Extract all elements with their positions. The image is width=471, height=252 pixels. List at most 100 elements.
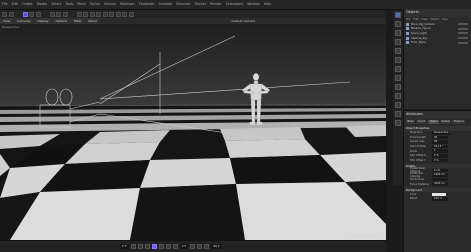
objects-menu-edit[interactable]: Edit [413, 17, 418, 22]
object-tags[interactable] [458, 37, 468, 40]
prev-key-icon[interactable] [137, 244, 143, 249]
uv-mode-icon[interactable] [395, 48, 401, 54]
film-offset-x-input[interactable]: 0 % [432, 153, 448, 158]
menu-modes[interactable]: Modes [35, 0, 50, 9]
far-clip-input[interactable]: 1000 cm [432, 173, 448, 177]
attr-tab-object[interactable]: Object [428, 120, 439, 124]
attr-tab-physical[interactable]: Physical [452, 120, 465, 124]
menu-window[interactable]: Window [245, 0, 262, 9]
objects-menu-file[interactable]: File [406, 17, 410, 22]
bg-blend-input[interactable]: 100 % [432, 197, 448, 201]
texture-icon[interactable] [395, 120, 401, 126]
objects-menu-view[interactable]: View [421, 17, 427, 22]
next-key-icon[interactable] [165, 244, 171, 249]
workplane-icon[interactable] [395, 75, 401, 81]
menu-render[interactable]: Render [208, 0, 224, 9]
sensor-size-input[interactable]: 36 [432, 140, 448, 144]
objects-panel-title: Objects [404, 9, 471, 17]
brush-icon[interactable] [395, 102, 401, 108]
viewport-3d[interactable]: Perspective Grid Spacing : 100 cm [0, 24, 386, 240]
menu-spline[interactable]: Spline [88, 0, 102, 9]
menu-mesh[interactable]: Mesh [75, 0, 88, 9]
mode-toolstrip [393, 10, 403, 185]
camera-icon[interactable] [122, 11, 127, 17]
near-clip-input[interactable]: 0 cm [432, 168, 448, 173]
fov-input[interactable]: 53.13 ° [432, 144, 448, 149]
object-tags[interactable] [458, 41, 468, 44]
menu-select[interactable]: Select [49, 0, 63, 9]
menu-file[interactable]: File [0, 0, 10, 9]
menu-mograph[interactable]: MoGraph [118, 0, 137, 9]
object-tags[interactable] [458, 32, 468, 35]
null-object-icon [406, 36, 409, 40]
menu-character[interactable]: Character [137, 0, 157, 9]
axis-z-icon[interactable] [62, 11, 68, 17]
scale-tool-icon[interactable] [29, 11, 34, 17]
app-window: File Edit Create Modes Select Tools Mesh… [0, 0, 471, 252]
render-view-icon[interactable] [76, 11, 82, 17]
menu-help[interactable]: Help [262, 0, 273, 9]
show-cone-checkbox[interactable] [432, 177, 448, 182]
bg-blend-field: Blend 100 % [404, 197, 471, 202]
axis-mode-icon[interactable] [395, 57, 401, 63]
render-settings-icon[interactable] [83, 11, 88, 17]
zoom-input[interactable]: 1 [432, 149, 448, 153]
end-frame-field[interactable]: 90 F [211, 244, 222, 249]
keyframe-icon[interactable] [204, 244, 210, 249]
goto-end-icon[interactable] [172, 244, 178, 249]
menu-create[interactable]: Create [20, 0, 35, 9]
move-tool-icon[interactable] [22, 11, 28, 17]
menu-volume[interactable]: Volume [102, 0, 118, 9]
menu-tracker[interactable]: Tracker [192, 0, 208, 9]
points-mode-icon[interactable] [395, 21, 401, 27]
snap-icon[interactable] [395, 66, 401, 72]
redo-icon[interactable] [8, 11, 14, 17]
light-icon[interactable] [128, 11, 134, 17]
generator-icon[interactable] [102, 11, 108, 17]
magnet-icon[interactable] [395, 111, 401, 117]
menu-tools[interactable]: Tools [63, 0, 75, 9]
cube-icon[interactable] [89, 11, 95, 17]
focus-distance-input[interactable]: 2000 cm [432, 182, 448, 187]
menu-animate[interactable]: Animate [157, 0, 175, 9]
objects-menu-object[interactable]: Object [431, 17, 439, 22]
attributes-manager: Attributes Basic Coord. Object Details P… [403, 110, 471, 252]
menu-extensions[interactable]: Extensions [224, 0, 246, 9]
objects-menu-tags[interactable]: Tags [442, 17, 448, 22]
next-frame-icon[interactable] [158, 244, 164, 249]
pen-icon[interactable] [96, 11, 101, 17]
object-tags[interactable] [458, 23, 468, 26]
axis-y-icon[interactable] [56, 11, 61, 17]
model-mode-icon[interactable] [395, 12, 401, 18]
bg-color-swatch[interactable] [432, 192, 446, 196]
menu-edit[interactable]: Edit [10, 0, 20, 9]
viewport-label: Perspective [2, 25, 20, 29]
autokey-icon[interactable] [197, 244, 203, 249]
film-offset-y-input[interactable]: 0 % [432, 158, 448, 163]
undo-icon[interactable] [2, 11, 7, 17]
start-frame-field[interactable]: 0 F [120, 244, 129, 249]
attr-tab-coord[interactable]: Coord. [416, 120, 428, 124]
prev-frame-icon[interactable] [144, 244, 150, 249]
film-offset-y-field: Film Offset Y 0 % [404, 158, 471, 163]
focal-length-input[interactable]: 36 [432, 135, 448, 140]
edges-mode-icon[interactable] [395, 30, 401, 36]
axis-x-icon[interactable] [49, 11, 55, 17]
projection-select[interactable]: Perspective [432, 131, 451, 135]
object-tags[interactable] [458, 27, 468, 30]
record-icon[interactable] [190, 244, 196, 249]
lock-icon[interactable] [395, 84, 401, 90]
goto-start-icon[interactable] [130, 244, 136, 249]
polygons-mode-icon[interactable] [395, 39, 401, 45]
floor-icon[interactable] [115, 11, 121, 17]
attr-tab-details[interactable]: Details [439, 120, 452, 124]
attr-tab-basic[interactable]: Basic [406, 120, 416, 124]
current-frame-field[interactable]: 0 F [179, 244, 189, 249]
rotate-tool-icon[interactable] [35, 11, 41, 17]
deformer-icon[interactable] [109, 11, 114, 17]
object-row[interactable]: Floor_Plane [404, 40, 471, 45]
menu-simulate[interactable]: Simulate [174, 0, 192, 9]
play-icon[interactable] [151, 244, 157, 249]
attributes-tabs: Basic Coord. Object Details Physical [404, 119, 471, 125]
solo-icon[interactable] [395, 93, 401, 99]
